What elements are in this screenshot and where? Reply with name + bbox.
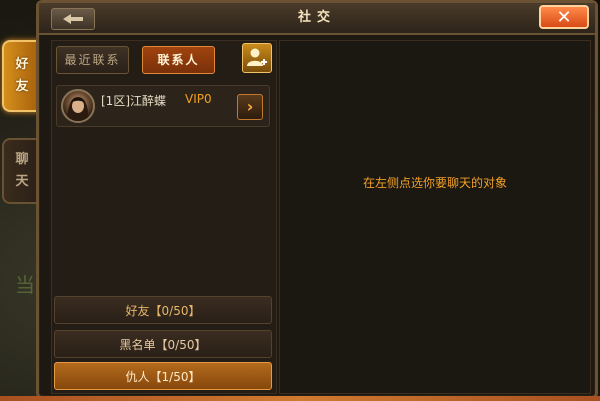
contacts-panel: 最近联系 联系人 [1区]江醉蝶 VIP0 › 好友【0/50】 黑名单【0/5…: [51, 40, 277, 394]
bottom-border: [0, 396, 600, 401]
tab-friends-char-1: 好: [15, 57, 29, 72]
tab-chat-char-1: 聊: [15, 152, 29, 167]
contact-row[interactable]: [1区]江醉蝶 VIP0 ›: [56, 85, 270, 127]
contact-name: [1区]江醉蝶: [101, 94, 166, 108]
chevron-right-icon[interactable]: ›: [237, 94, 263, 120]
add-friend-button[interactable]: [242, 43, 272, 73]
social-window: 社交 ✕ 最近联系 联系人 [1区]江醉蝶 VIP0 › 好友【0/50】 黑名…: [36, 0, 598, 399]
add-user-icon: [247, 48, 267, 66]
enemy-list-button[interactable]: 仇人【1/50】: [54, 362, 272, 390]
select-target-hint: 在左侧点选你要聊天的对象: [362, 176, 507, 190]
avatar: [61, 89, 95, 123]
vip-badge: VIP0: [185, 92, 212, 106]
back-arrow-icon: [63, 14, 83, 24]
tab-contacts[interactable]: 联系人: [142, 46, 215, 74]
window-title: 社交: [297, 10, 336, 25]
tab-friends-char-2: 友: [15, 79, 29, 94]
chat-panel: 在左侧点选你要聊天的对象: [279, 40, 591, 394]
tab-chat[interactable]: 聊 天: [2, 138, 40, 204]
close-button[interactable]: ✕: [539, 5, 589, 29]
tab-friends[interactable]: 好 友: [2, 40, 40, 112]
portrait-icon: [67, 97, 89, 121]
tab-recent-contacts[interactable]: 最近联系: [56, 46, 129, 74]
tab-chat-char-2: 天: [15, 174, 29, 189]
friends-list-button[interactable]: 好友【0/50】: [54, 296, 272, 324]
back-button[interactable]: [51, 8, 95, 30]
title-bar: 社交 ✕: [39, 3, 595, 35]
blacklist-button[interactable]: 黑名单【0/50】: [54, 330, 272, 358]
